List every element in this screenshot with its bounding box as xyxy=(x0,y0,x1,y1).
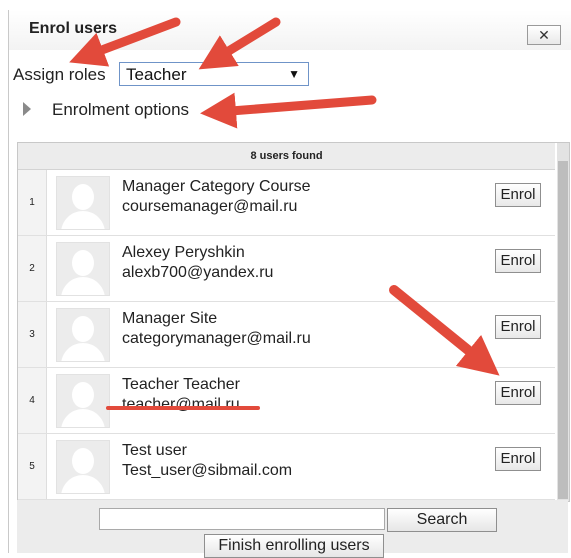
enrol-button[interactable]: Enrol xyxy=(495,315,541,339)
row-number: 3 xyxy=(18,302,47,367)
enrolment-options-label: Enrolment options xyxy=(52,100,190,119)
user-name: Manager Category Course xyxy=(122,178,311,195)
search-input[interactable] xyxy=(99,508,385,530)
avatar xyxy=(56,242,110,296)
avatar xyxy=(56,176,110,230)
users-found-count: 8 users found xyxy=(18,143,555,170)
assign-roles-label: Assign roles xyxy=(13,65,106,84)
user-email: Test_user@sibmail.com xyxy=(122,462,293,479)
user-name: Manager Site xyxy=(122,310,218,327)
user-email: alexb700@yandex.ru xyxy=(122,264,274,281)
results-scrollbar[interactable] xyxy=(557,143,569,501)
avatar xyxy=(56,374,110,428)
table-row: 3 Manager Site categorymanager@mail.ru E… xyxy=(18,302,555,368)
close-button[interactable]: ✕ xyxy=(527,25,561,45)
dialog-titlebar: Enrol users ✕ xyxy=(9,10,571,50)
enrol-users-dialog: Enrol users ✕ Assign roles Teacher ▼ Enr… xyxy=(8,10,571,558)
table-row: 5 Test user Test_user@sibmail.com Enrol xyxy=(18,434,555,500)
close-icon: ✕ xyxy=(538,27,550,43)
user-name: Alexey Peryshkin xyxy=(122,244,245,261)
user-email: teacher@mail.ru xyxy=(122,396,240,413)
user-name: Test user xyxy=(122,442,187,459)
role-select-value: Teacher xyxy=(126,65,187,84)
role-select[interactable]: Teacher ▼ xyxy=(119,62,309,86)
row-number: 2 xyxy=(18,236,47,301)
user-email: categorymanager@mail.ru xyxy=(122,330,311,347)
user-email: coursemanager@mail.ru xyxy=(122,198,298,215)
scrollbar-thumb[interactable] xyxy=(558,161,568,499)
search-button[interactable]: Search xyxy=(387,508,497,532)
avatar xyxy=(56,308,110,362)
table-row: 1 Manager Category Course coursemanager@… xyxy=(18,170,555,236)
avatar xyxy=(56,440,110,494)
enrol-button[interactable]: Enrol xyxy=(495,381,541,405)
table-row: 4 Teacher Teacher teacher@mail.ru Enrol xyxy=(18,368,555,434)
user-name: Teacher Teacher xyxy=(122,376,240,393)
enrol-button[interactable]: Enrol xyxy=(495,447,541,471)
triangle-right-icon xyxy=(23,102,31,116)
row-number: 5 xyxy=(18,434,47,499)
finish-enrolling-button[interactable]: Finish enrolling users xyxy=(204,534,384,558)
chevron-down-icon: ▼ xyxy=(288,67,300,81)
dialog-title: Enrol users xyxy=(29,20,118,37)
user-results-list: 8 users found 1 Manager Category Course … xyxy=(17,142,570,502)
dialog-footer: Search Finish enrolling users xyxy=(17,500,568,558)
table-row: 2 Alexey Peryshkin alexb700@yandex.ru En… xyxy=(18,236,555,302)
enrol-button[interactable]: Enrol xyxy=(495,249,541,273)
enrol-button[interactable]: Enrol xyxy=(495,183,541,207)
row-number: 1 xyxy=(18,170,47,235)
row-number: 4 xyxy=(18,368,47,433)
